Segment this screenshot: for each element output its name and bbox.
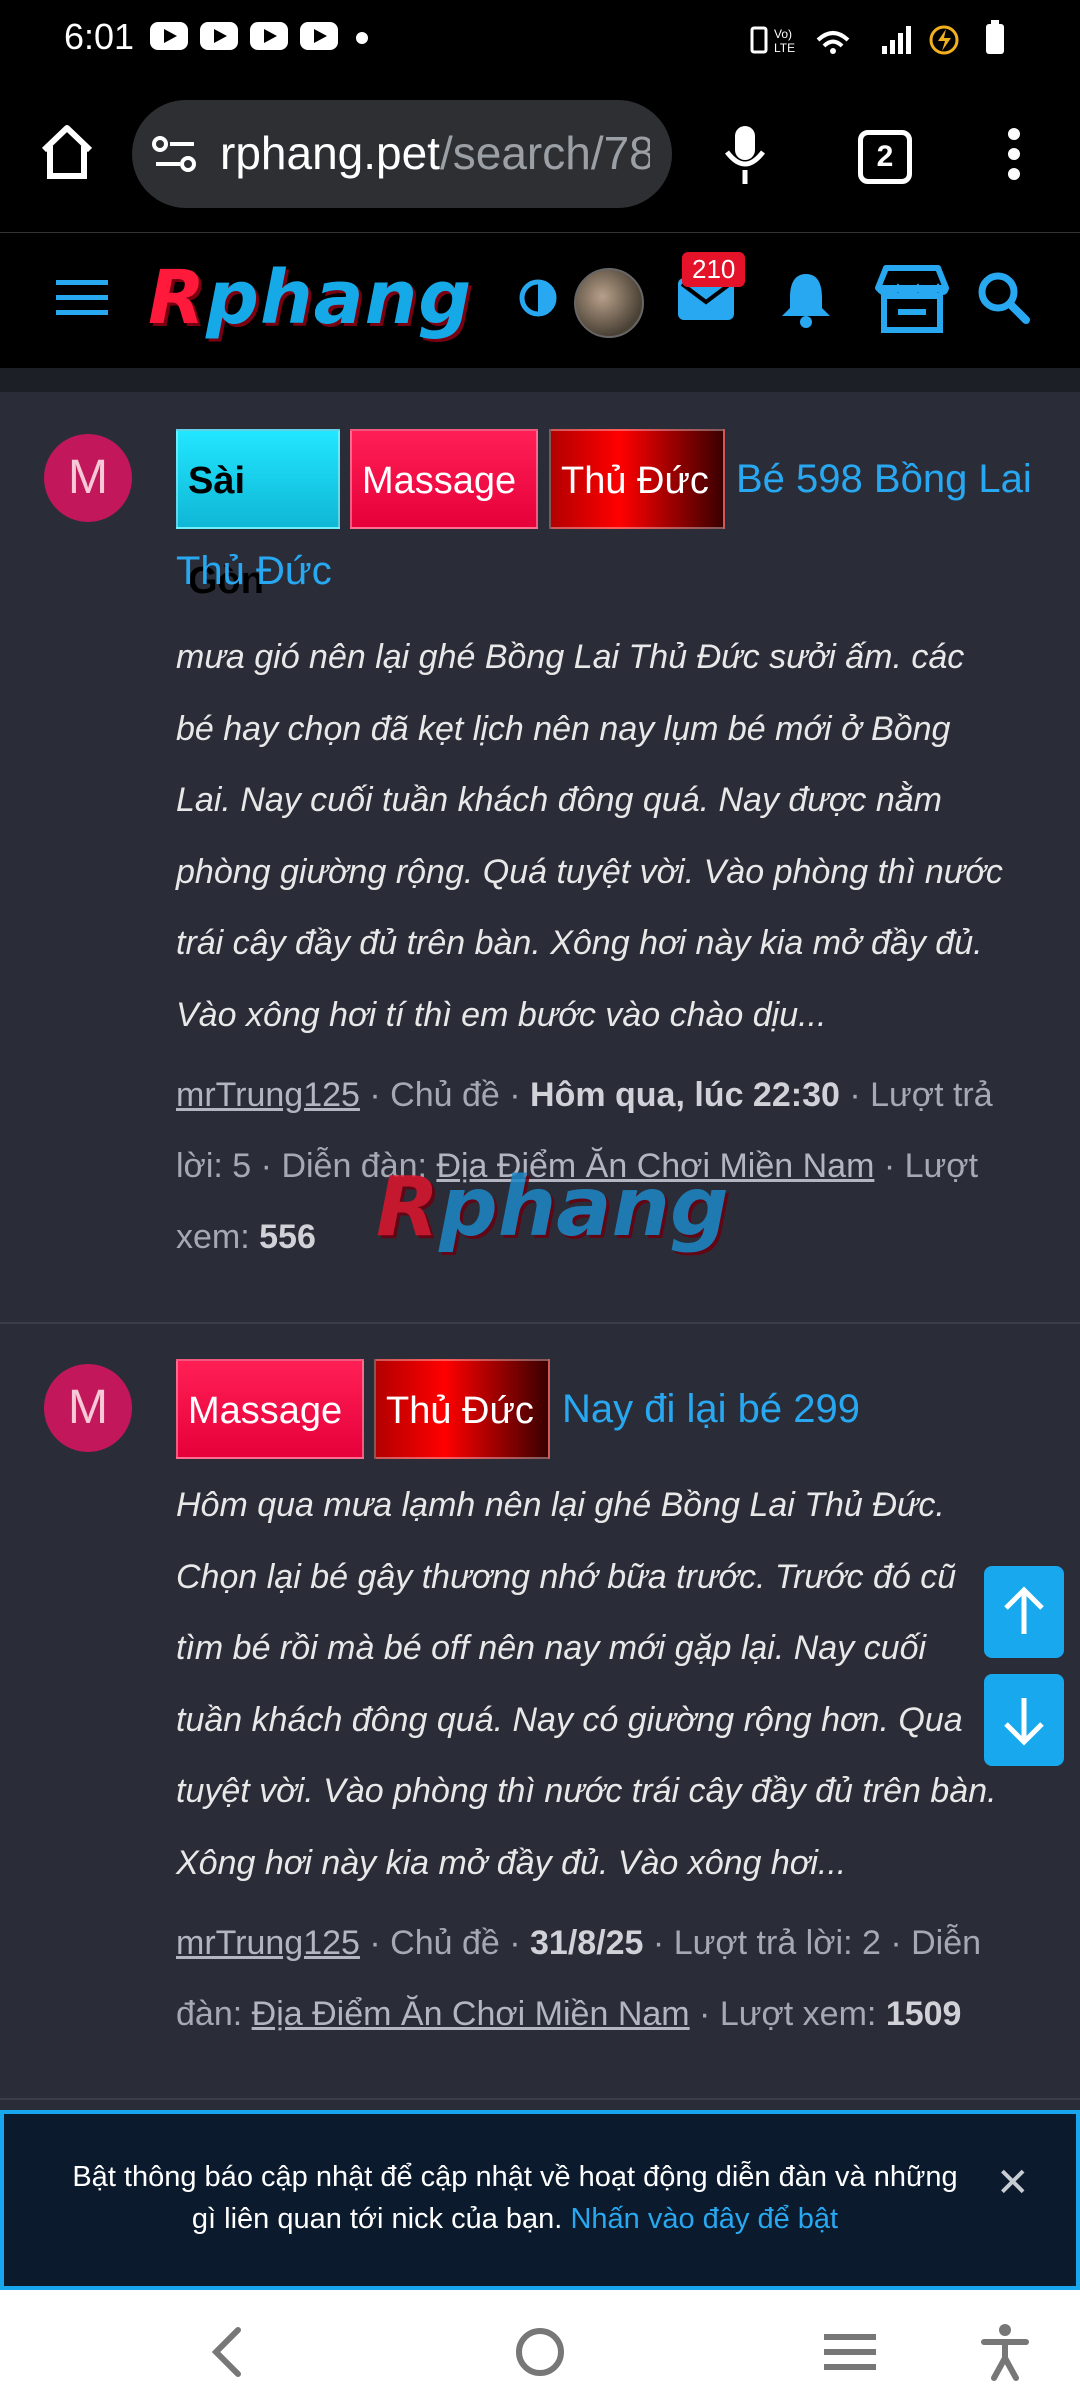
author-link[interactable]: mrTrung125: [176, 1076, 360, 1114]
scroll-bottom-button[interactable]: [984, 1674, 1064, 1766]
excerpt-line: mưa gió nên lại ghé Bồng Lai Thủ Đức sưở…: [176, 638, 965, 676]
youtube-icon: [200, 22, 238, 50]
menu-icon[interactable]: [56, 278, 112, 318]
excerpt-line: Vào xông hơi tí thì em bước vào chào dịu…: [176, 995, 827, 1034]
search-icon[interactable]: [976, 270, 1032, 326]
back-icon[interactable]: [206, 2324, 246, 2380]
forum-label: Diễn: [911, 1924, 982, 1962]
scroll-top-button[interactable]: [984, 1566, 1064, 1658]
more-vert-icon[interactable]: [1000, 124, 1028, 184]
excerpt-line: trái cây đầy đủ trên bàn. Xông hơi này k…: [176, 924, 983, 962]
thread-title-cont[interactable]: Thủ Đức: [176, 525, 332, 617]
forum-label-cont: đàn:: [176, 1995, 243, 2033]
notification-dot-icon: [356, 32, 368, 44]
recents-icon[interactable]: [824, 2332, 876, 2372]
youtube-icon: [250, 22, 288, 50]
notification-text: Bật thông báo cập nhật để cập nhật về ho…: [50, 2156, 980, 2240]
status-time: 6:01: [64, 16, 135, 57]
user-avatar[interactable]: [574, 268, 644, 338]
accessibility-icon[interactable]: [980, 2322, 1030, 2382]
tag-massage[interactable]: Massage: [176, 1359, 364, 1459]
svg-text:LTE: LTE: [774, 41, 795, 55]
excerpt-line: tuần khách đông quá. Nay có giường rộng …: [176, 1700, 963, 1739]
notification-line: gì liên quan tới nick của bạn.: [191, 2203, 563, 2235]
view-count: 556: [259, 1218, 316, 1256]
excerpt-line: tìm bé rồi mà bé off nên nay mới gặp lại…: [176, 1629, 927, 1667]
tag-massage[interactable]: Massage: [350, 429, 538, 529]
logo-letter: R: [148, 255, 206, 341]
post-date: Hôm qua, lúc 22:30: [530, 1076, 840, 1114]
post-date: 31/8/25: [530, 1924, 644, 1962]
url-path: /search/78: [439, 127, 650, 179]
excerpt-line: Lai. Nay cuối tuần khách đông quá. Nay đ…: [176, 781, 942, 819]
theme-toggle-icon[interactable]: [518, 278, 558, 318]
header-shadow: [0, 368, 1080, 392]
thread-excerpt: Hôm qua mưa lạmh nên lại ghé Bồng Lai Th…: [176, 1470, 1046, 1899]
excerpt-line: Xông hơi này kia mở đầy đủ. Vào xông hơi…: [176, 1843, 847, 1882]
forum-link[interactable]: Địa Điểm Ăn Chơi Miền Nam: [252, 1995, 690, 2033]
store-icon[interactable]: [872, 262, 952, 334]
author-link[interactable]: mrTrung125: [176, 1924, 360, 1962]
arrow-down-icon: [1004, 1698, 1044, 1746]
tag-thu-duc[interactable]: Thủ Đức: [549, 429, 725, 529]
excerpt-line: phòng giường rộng. Quá tuyệt vời. Vào ph…: [176, 852, 1003, 891]
url-text[interactable]: rphang.pet/search/78: [220, 126, 650, 180]
home-icon[interactable]: [38, 124, 96, 180]
excerpt-line: tuyệt vời. Vào phòng thì nước trái cây đ…: [176, 1772, 997, 1810]
tag-thu-duc[interactable]: Thủ Đức: [374, 1359, 550, 1459]
excerpt-line: bé hay chọn đã kẹt lịch nên nay lụm bé m…: [176, 709, 951, 748]
bell-icon[interactable]: [778, 270, 834, 328]
thread-meta: mrTrung125 · Chủ đề · 31/8/25 · Lượt trả…: [176, 1924, 982, 2033]
youtube-icon: [150, 22, 188, 50]
mic-icon[interactable]: [722, 124, 768, 186]
logo-text: phang: [205, 255, 473, 341]
enable-notifications-link[interactable]: Nhấn vào đây để bật: [570, 2203, 838, 2235]
site-logo[interactable]: Rphang: [148, 255, 472, 341]
notification-line: Bật thông báo cập nhật để cập nhật về ho…: [72, 2161, 958, 2193]
views-label: Lượt xem:: [719, 1995, 877, 2033]
system-status-icons: Vo) LTE: [750, 20, 1004, 55]
thread-title[interactable]: Nay đi lại bé 299: [562, 1363, 860, 1455]
arrow-up-icon: [1004, 1586, 1044, 1634]
thread-excerpt: mưa gió nên lại ghé Bồng Lai Thủ Đức sưở…: [176, 622, 1046, 1051]
author-avatar[interactable]: M: [44, 1364, 132, 1452]
watermark-letter: R: [376, 1160, 440, 1255]
reply-count: Lượt trả lời: 2: [673, 1924, 881, 1962]
tab-switcher-button[interactable]: 2: [858, 130, 912, 184]
content-type: Chủ đề: [390, 1076, 500, 1114]
close-icon[interactable]: ✕: [996, 2160, 1030, 2206]
youtube-icon: [300, 22, 338, 50]
svg-text:Vo): Vo): [774, 27, 792, 41]
status-bar: 6:01 Vo) LTE: [0, 0, 1080, 78]
watermark-text: phang: [439, 1160, 729, 1255]
author-avatar[interactable]: M: [44, 434, 132, 522]
excerpt-line: Chọn lại bé gây thương nhớ bữa trước. Tr…: [176, 1557, 957, 1596]
excerpt-line: Hôm qua mưa lạmh nên lại ghé Bồng Lai Th…: [176, 1486, 945, 1524]
content-type: Chủ đề: [390, 1924, 500, 1962]
home-circle-icon[interactable]: [514, 2326, 566, 2378]
watermark-logo: Rphang: [376, 1160, 729, 1255]
tag-sai-gon[interactable]: Sài Gòn: [176, 429, 340, 602]
inbox-badge: 210: [682, 252, 746, 287]
site-info-icon[interactable]: [152, 134, 198, 174]
view-count: 1509: [885, 1995, 962, 2033]
thread-title[interactable]: Bé 598 Bồng Lai: [736, 433, 1032, 525]
url-domain: rphang.pet: [220, 127, 440, 179]
